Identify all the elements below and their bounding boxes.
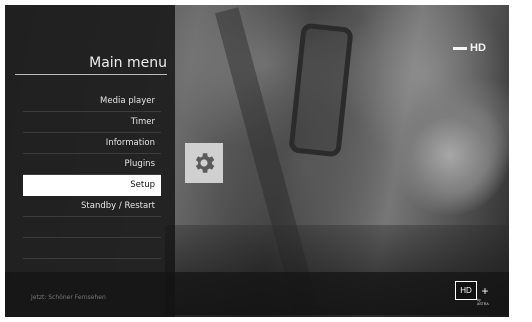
gear-icon <box>195 153 215 173</box>
menu-item-standby-restart[interactable]: Standby / Restart <box>23 196 161 217</box>
hd-plus-badge-hd: HD <box>455 281 477 300</box>
menu-hint-text: Jetzt: Schöner Fernsehen <box>31 294 106 301</box>
selected-item-icon <box>185 143 223 183</box>
menu-item-media-player[interactable]: Media player <box>23 91 161 112</box>
main-menu-panel: Main menu Media player Timer Information… <box>5 5 175 317</box>
channel-logo-text: HD <box>470 42 486 54</box>
tv-screen: Main menu Media player Timer Information… <box>5 5 509 317</box>
background-video-shape <box>390 95 509 215</box>
menu-empty-row <box>23 217 161 238</box>
menu-title: Main menu <box>89 55 167 71</box>
hd-plus-badge-sub: by ASTRA <box>477 298 489 306</box>
channel-logo-mark <box>453 46 467 50</box>
menu-empty-row <box>23 238 161 259</box>
menu-item-setup[interactable]: Setup <box>23 175 161 196</box>
menu-item-information[interactable]: Information <box>23 133 161 154</box>
hd-plus-badge-plus: + <box>481 283 489 298</box>
menu-list: Media player Timer Information Plugins S… <box>23 91 161 259</box>
channel-logo: HD <box>453 42 486 54</box>
hd-plus-badge: HD + by ASTRA <box>455 281 493 306</box>
menu-item-timer[interactable]: Timer <box>23 112 161 133</box>
title-divider <box>15 74 167 75</box>
menu-item-plugins[interactable]: Plugins <box>23 154 161 175</box>
background-video-shape <box>288 22 354 158</box>
